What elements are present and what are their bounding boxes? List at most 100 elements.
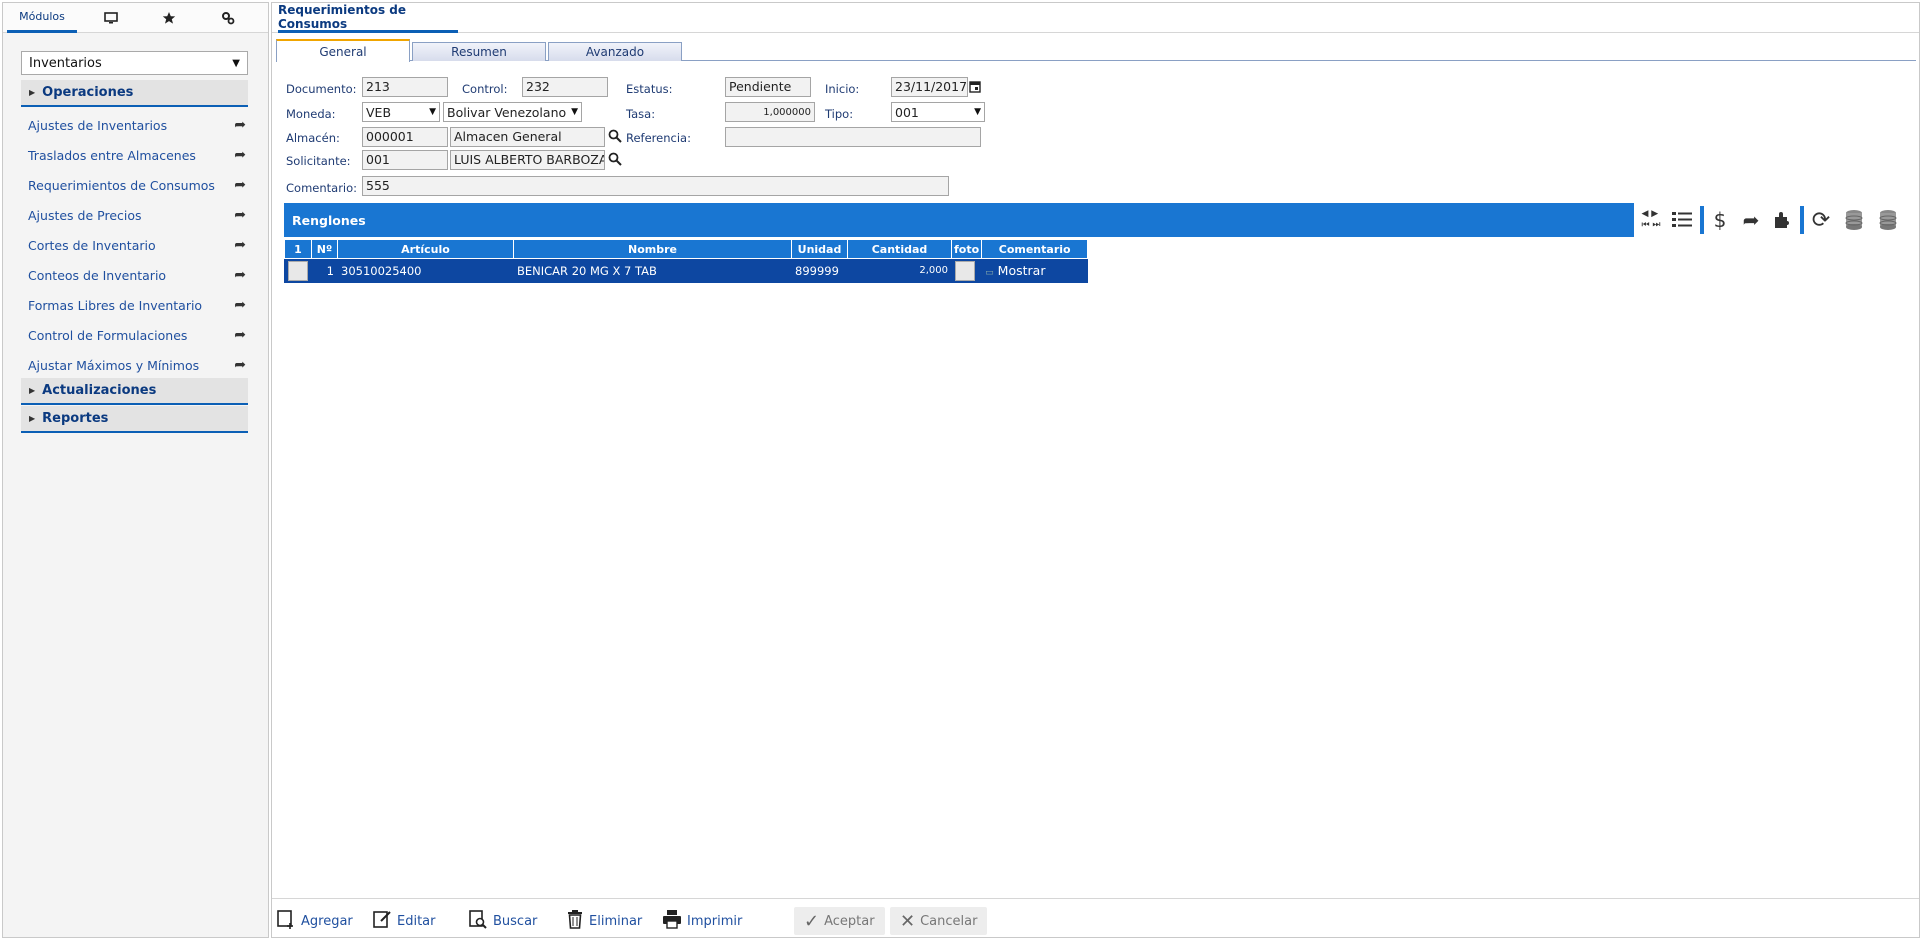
tipo-value: 001	[895, 104, 919, 120]
accept-label: Aceptar	[824, 913, 875, 929]
sidebar-item-label: Ajustes de Precios	[28, 207, 142, 223]
add-button[interactable]: Agregar	[276, 907, 353, 935]
grid-nav-arrows-icon[interactable]: ◀ ▶ ⏮ ⏭	[1636, 203, 1666, 237]
search-icon[interactable]	[608, 129, 622, 146]
database-icon[interactable]	[1838, 203, 1870, 237]
sidebar-item-conteos[interactable]: Conteos de Inventario ➦	[28, 263, 246, 287]
col-numero[interactable]: Nº	[311, 239, 338, 259]
search-label: Buscar	[493, 913, 538, 929]
share-arrow-icon: ➦	[234, 237, 246, 253]
printer-icon	[662, 909, 682, 934]
sidebar-item-maximos-minimos[interactable]: Ajustar Máximos y Mínimos ➦	[28, 353, 246, 377]
settings-icon[interactable]	[205, 3, 250, 33]
row-comentario[interactable]: ▭ Mostrar	[981, 258, 1089, 283]
sidebar-item-traslados[interactable]: Traslados entre Almacenes ➦	[28, 143, 246, 167]
main-title-bar: Requerimientos de Consumos	[272, 3, 1919, 33]
cancel-label: Cancelar	[920, 913, 978, 929]
section-operaciones[interactable]: ▶ Operaciones	[21, 80, 248, 107]
col-foto[interactable]: foto	[950, 239, 983, 259]
sidebar-tabs: Módulos	[3, 3, 268, 33]
puzzle-icon[interactable]	[1768, 203, 1796, 237]
col-comentario[interactable]: Comentario	[981, 239, 1089, 259]
share-arrow-icon: ➦	[234, 147, 246, 163]
photo-placeholder[interactable]	[955, 260, 975, 281]
tipo-select[interactable]: 001 ▼	[891, 102, 985, 122]
dollar-icon[interactable]: $	[1706, 203, 1734, 237]
tab-avanzado[interactable]: Avanzado	[548, 42, 682, 61]
comentario-label: Comentario:	[286, 181, 358, 195]
delete-button[interactable]: Eliminar	[566, 907, 642, 935]
col-nombre[interactable]: Nombre	[513, 239, 792, 259]
documento-field[interactable]: 213	[362, 77, 448, 97]
share-arrow-icon[interactable]: ➦	[1736, 203, 1766, 237]
moneda-code-select[interactable]: VEB ▼	[362, 102, 440, 122]
cancel-button[interactable]: ✕ Cancelar	[890, 907, 988, 935]
inicio-label: Inicio:	[825, 82, 860, 96]
star-icon[interactable]	[146, 3, 191, 33]
documento-label: Documento:	[286, 82, 357, 96]
trash-icon	[566, 909, 584, 934]
inicio-field[interactable]: 23/11/2017	[891, 77, 968, 97]
search-button[interactable]: Buscar	[468, 907, 537, 935]
referencia-field[interactable]	[725, 127, 981, 147]
calendar-icon[interactable]	[969, 80, 981, 96]
refresh-icon[interactable]: ⟳	[1806, 203, 1836, 237]
col-unidad[interactable]: Unidad	[791, 239, 848, 259]
col-articulo[interactable]: Artículo	[337, 239, 514, 259]
comentario-field[interactable]: 555	[362, 176, 949, 196]
sidebar-item-cortes[interactable]: Cortes de Inventario ➦	[28, 233, 246, 257]
moneda-label: Moneda:	[286, 107, 336, 121]
row-select-cell[interactable]	[284, 258, 312, 283]
chevron-down-icon: ▼	[232, 57, 240, 69]
moneda-name-select[interactable]: Bolivar Venezolano ▼	[443, 102, 582, 122]
print-label: Imprimir	[687, 913, 743, 929]
tab-resumen[interactable]: Resumen	[412, 42, 546, 61]
edit-button[interactable]: Editar	[372, 907, 436, 935]
module-select-value: Inventarios	[29, 55, 102, 71]
module-select[interactable]: Inventarios ▼	[21, 51, 248, 75]
caret-right-icon: ▶	[29, 414, 36, 423]
share-arrow-icon: ➦	[234, 297, 246, 313]
chevron-down-icon: ▼	[571, 107, 578, 117]
sidebar-item-label: Conteos de Inventario	[28, 267, 167, 283]
section-actualizaciones[interactable]: ▶ Actualizaciones	[21, 378, 248, 405]
sidebar-item-requerimientos[interactable]: Requerimientos de Consumos ➦	[28, 173, 246, 197]
sidebar-item-label: Cortes de Inventario	[28, 237, 156, 253]
close-icon: ✕	[900, 910, 916, 932]
share-arrow-icon: ➦	[234, 207, 246, 223]
row-number: 1	[311, 258, 338, 283]
sidebar-item-label: Requerimientos de Consumos	[28, 177, 215, 193]
sidebar-item-label: Formas Libres de Inventario	[28, 297, 203, 313]
database-icon[interactable]	[1872, 203, 1904, 237]
sidebar-item-formas-libres[interactable]: Formas Libres de Inventario ➦	[28, 293, 246, 317]
monitor-icon[interactable]	[88, 3, 133, 33]
control-field[interactable]: 232	[522, 77, 608, 97]
share-arrow-icon: ➦	[234, 327, 246, 343]
sidebar: Módulos Inventarios ▼ ▶ Operaciones Ajus…	[2, 2, 269, 938]
page-title[interactable]: Requerimientos de Consumos	[278, 3, 458, 33]
accept-button[interactable]: ✓ Aceptar	[794, 907, 885, 935]
solicitante-code-field[interactable]: 001	[362, 150, 448, 170]
almacen-code-field[interactable]: 000001	[362, 127, 448, 147]
sidebar-item-formulaciones[interactable]: Control de Formulaciones ➦	[28, 323, 246, 347]
moneda-code-value: VEB	[366, 104, 392, 120]
section-reportes[interactable]: ▶ Reportes	[21, 406, 248, 433]
row-checkbox[interactable]	[288, 260, 308, 281]
tasa-field[interactable]: 1,000000	[725, 102, 815, 122]
row-foto-cell[interactable]	[950, 258, 983, 283]
col-select[interactable]: 1	[284, 239, 312, 259]
tab-general[interactable]: General	[276, 39, 410, 62]
sidebar-item-ajustes-precios[interactable]: Ajustes de Precios ➦	[28, 203, 246, 227]
table-row[interactable]: 1 30510025400 BENICAR 20 MG X 7 TAB 8999…	[284, 258, 1089, 283]
print-button[interactable]: Imprimir	[662, 907, 742, 935]
sidebar-item-label: Control de Formulaciones	[28, 327, 188, 343]
tab-modulos[interactable]: Módulos	[7, 3, 77, 33]
col-cantidad[interactable]: Cantidad	[847, 239, 952, 259]
section-label: Operaciones	[42, 85, 134, 100]
list-icon[interactable]	[1667, 203, 1697, 237]
caret-right-icon: ▶	[29, 386, 36, 395]
sidebar-item-ajustes-inventarios[interactable]: Ajustes de Inventarios ➦	[28, 113, 246, 137]
search-icon[interactable]	[608, 152, 622, 169]
share-arrow-icon: ➦	[234, 177, 246, 193]
delete-label: Eliminar	[589, 913, 643, 929]
